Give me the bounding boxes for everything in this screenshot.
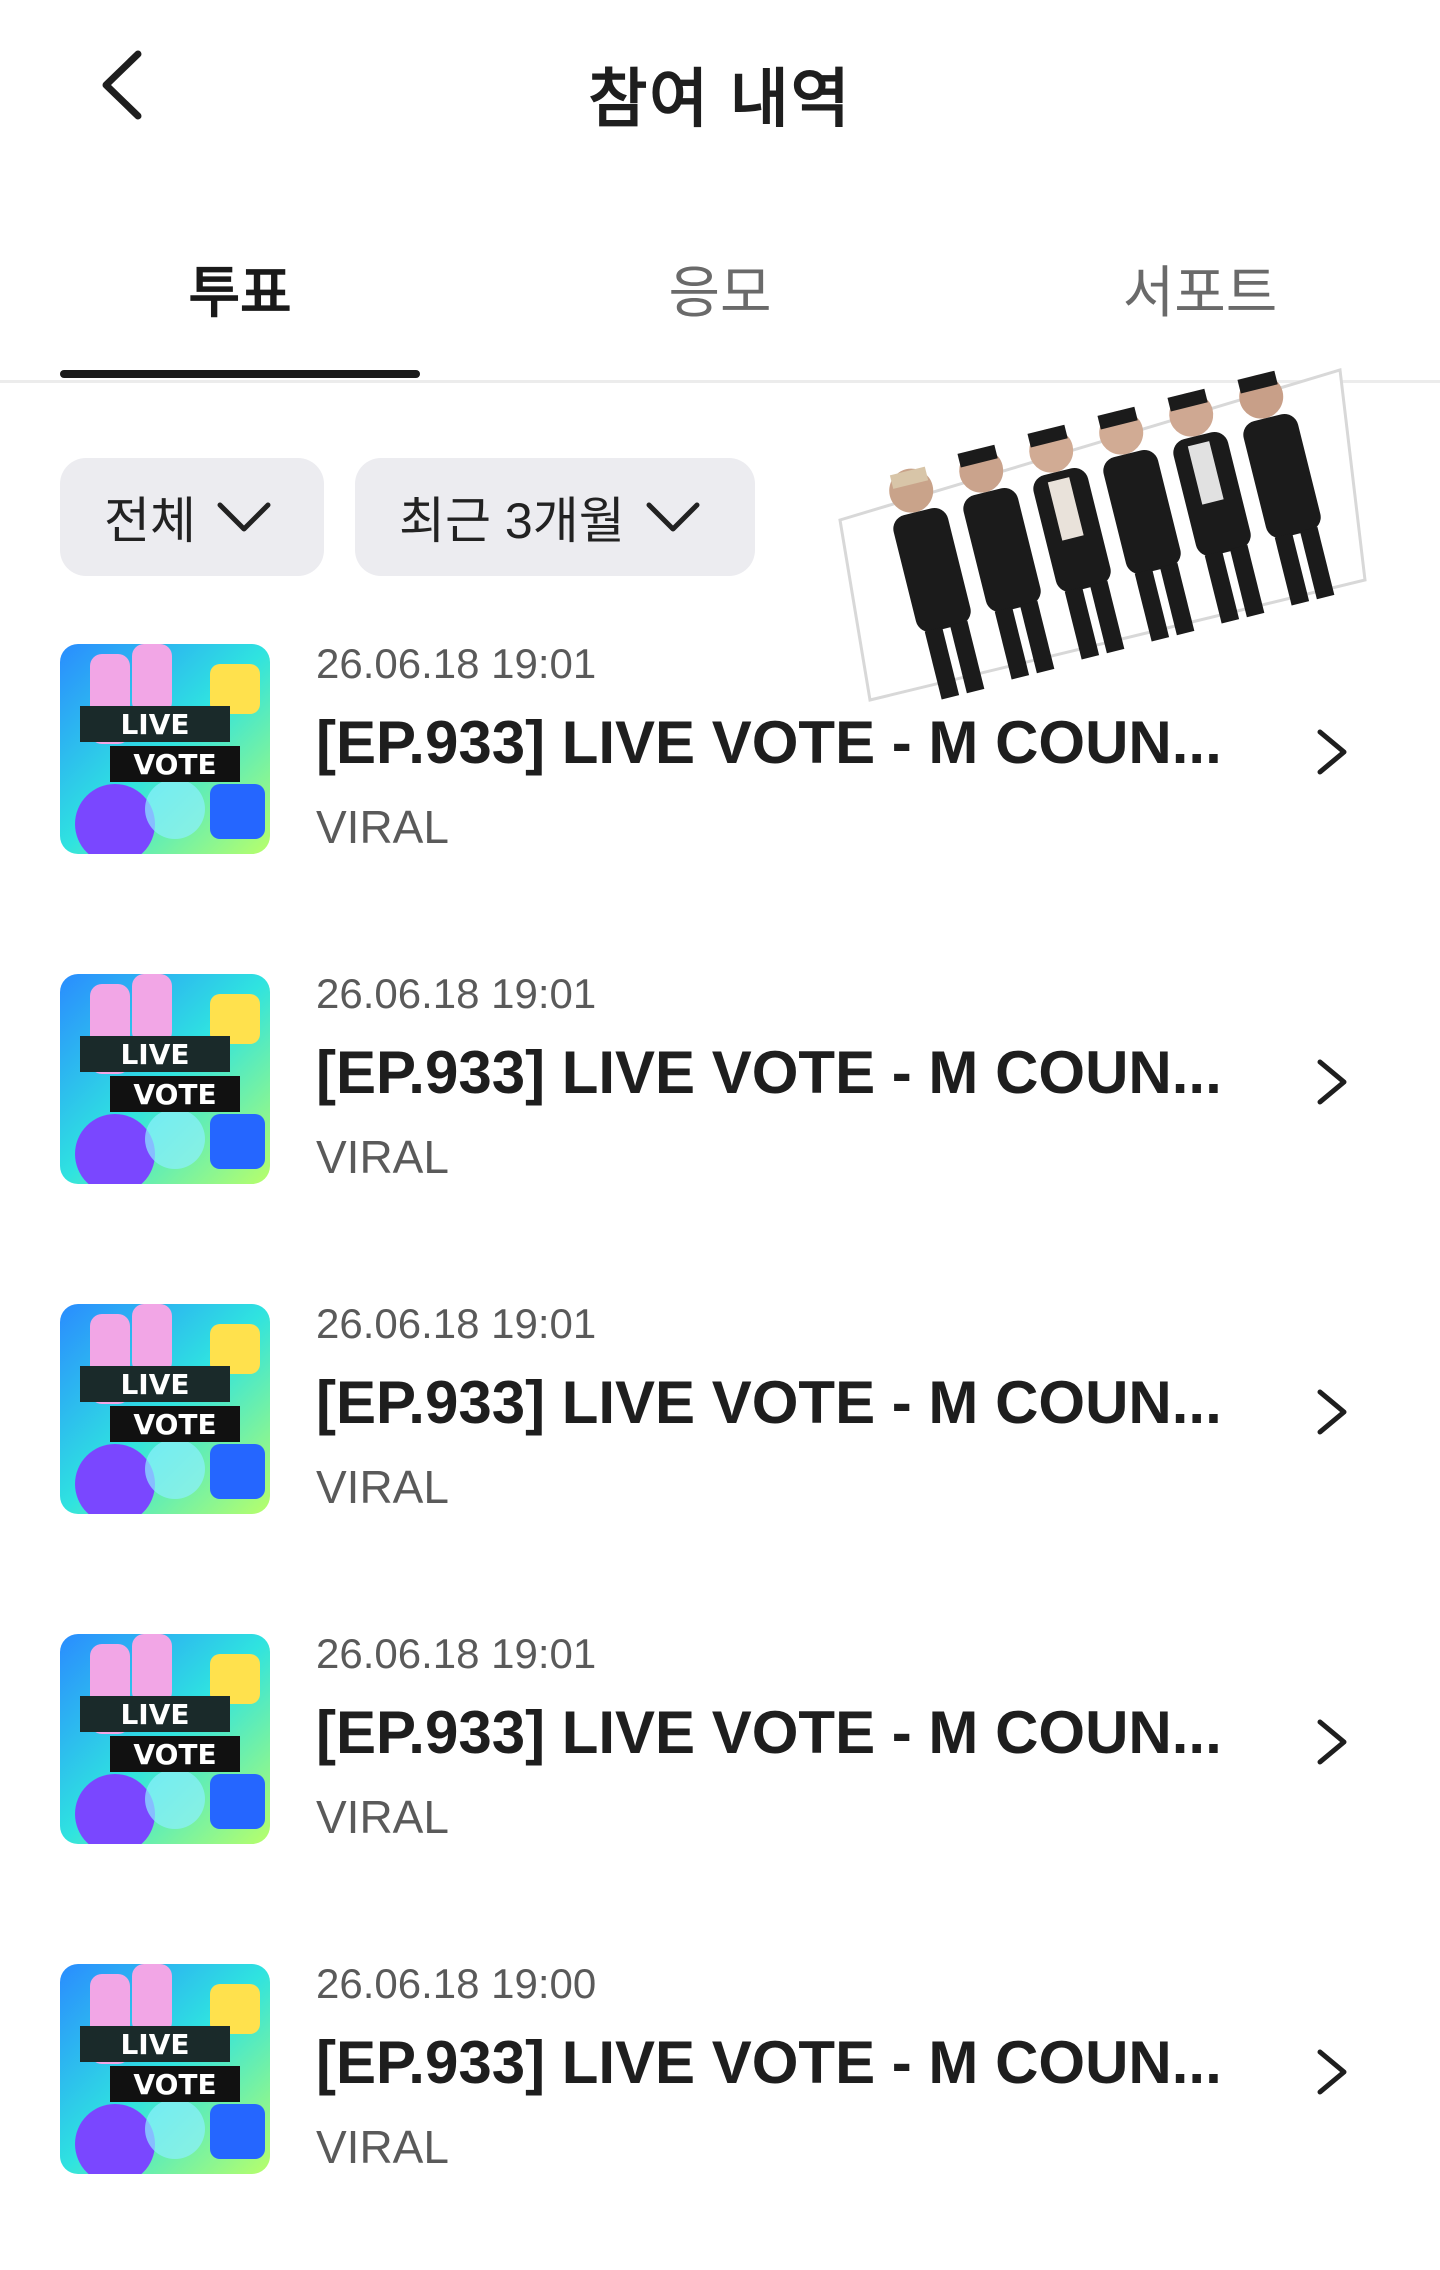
list-item[interactable]: LIVE VOTE 26.06.18 19:00 [EP.933] LIVE V… xyxy=(0,1960,1440,2210)
thumb-live-text: LIVE xyxy=(120,1038,189,1071)
thumb-vote-text: VOTE xyxy=(133,1738,216,1771)
tab-vote[interactable]: 투표 xyxy=(60,248,420,329)
item-organizer: VIRAL xyxy=(316,801,449,853)
chevron-right-icon xyxy=(1317,1719,1347,1765)
item-organizer: VIRAL xyxy=(316,1131,449,1183)
thumb-live-text: LIVE xyxy=(120,1698,189,1731)
item-title: [EP.933] LIVE VOTE - M COUN... xyxy=(316,1699,1222,1766)
vote-thumbnail: LIVE VOTE xyxy=(60,1634,270,1844)
tab-entry[interactable]: 응모 xyxy=(540,248,900,329)
list-item[interactable]: LIVE VOTE 26.06.18 19:01 [EP.933] LIVE V… xyxy=(0,1300,1440,1550)
item-title: [EP.933] LIVE VOTE - M COUN... xyxy=(316,1369,1222,1436)
list-item[interactable]: LIVE VOTE 26.06.18 19:01 [EP.933] LIVE V… xyxy=(0,640,1440,890)
period-filter-label: 최근 3개월 xyxy=(399,493,625,549)
thumb-vote-text: VOTE xyxy=(133,1078,216,1111)
vote-thumbnail: LIVE VOTE xyxy=(60,644,270,854)
list-item[interactable]: LIVE VOTE 26.06.18 19:01 [EP.933] LIVE V… xyxy=(0,1630,1440,1880)
item-title: [EP.933] LIVE VOTE - M COUN... xyxy=(316,2029,1222,2096)
thumb-vote-text: VOTE xyxy=(133,2068,216,2101)
item-date: 26.06.18 19:01 xyxy=(316,1300,597,1347)
item-title: [EP.933] LIVE VOTE - M COUN... xyxy=(316,1039,1222,1106)
header: 참여 내역 xyxy=(0,0,1440,180)
category-filter-label: 전체 xyxy=(104,493,196,549)
item-date: 26.06.18 19:01 xyxy=(316,1630,597,1677)
list-item[interactable]: LIVE VOTE 26.06.18 19:01 [EP.933] LIVE V… xyxy=(0,970,1440,1220)
item-organizer: VIRAL xyxy=(316,1791,449,1843)
vote-thumbnail: LIVE VOTE xyxy=(60,974,270,1184)
category-filter-dropdown[interactable]: 전체 xyxy=(60,458,324,576)
page-title: 참여 내역 xyxy=(588,63,852,135)
item-organizer: VIRAL xyxy=(316,2121,449,2173)
chevron-right-icon xyxy=(1317,729,1347,775)
vote-thumbnail: LIVE VOTE xyxy=(60,1964,270,2174)
item-organizer: VIRAL xyxy=(316,1461,449,1513)
active-tab-indicator xyxy=(60,370,420,378)
vote-thumbnail: LIVE VOTE xyxy=(60,1304,270,1514)
chevron-right-icon xyxy=(1317,1389,1347,1435)
item-date: 26.06.18 19:00 xyxy=(316,1960,597,2007)
thumb-live-text: LIVE xyxy=(120,2028,189,2061)
chevron-down-icon xyxy=(646,502,700,532)
thumb-live-text: LIVE xyxy=(120,708,189,741)
item-date: 26.06.18 19:01 xyxy=(316,640,597,687)
chevron-right-icon xyxy=(1317,2049,1347,2095)
item-date: 26.06.18 19:01 xyxy=(316,970,597,1017)
chevron-right-icon xyxy=(1317,1059,1347,1105)
item-title: [EP.933] LIVE VOTE - M COUN... xyxy=(316,709,1222,776)
thumb-vote-text: VOTE xyxy=(133,1408,216,1441)
chevron-down-icon xyxy=(217,502,271,532)
tab-support[interactable]: 서포트 xyxy=(1020,248,1380,329)
thumb-vote-text: VOTE xyxy=(133,748,216,781)
period-filter-dropdown[interactable]: 최근 3개월 xyxy=(355,458,755,576)
thumb-live-text: LIVE xyxy=(120,1368,189,1401)
